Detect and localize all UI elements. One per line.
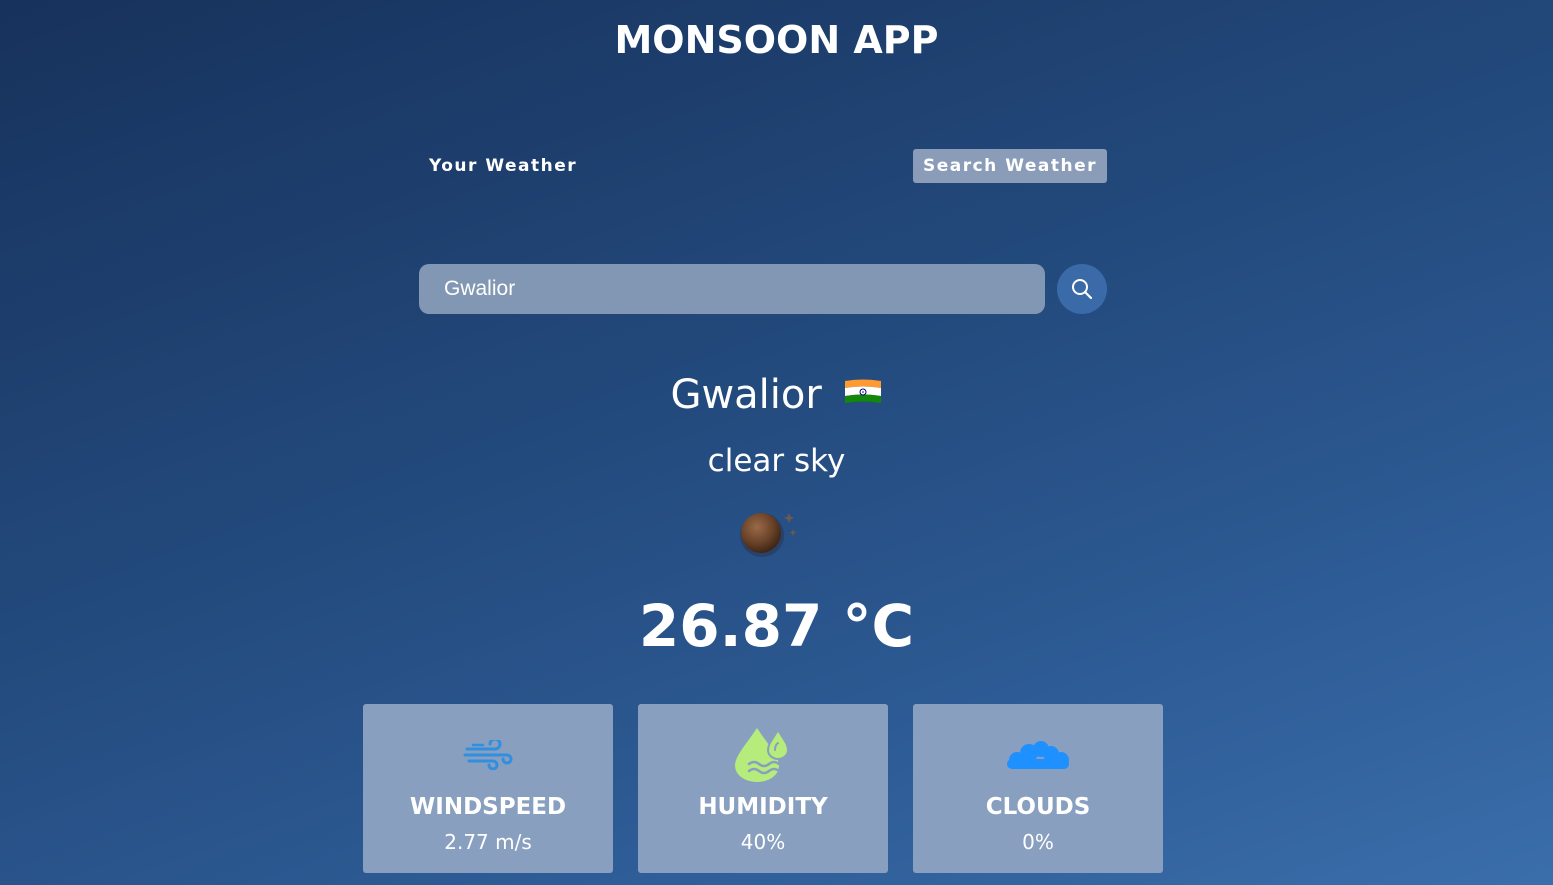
clouds-value: 0% xyxy=(1022,830,1054,854)
humidity-value: 40% xyxy=(740,830,786,854)
windspeed-value: 2.77 m/s xyxy=(444,830,532,854)
search-icon xyxy=(1072,279,1093,300)
search-input[interactable] xyxy=(419,264,1045,314)
windspeed-label: WINDSPEED xyxy=(409,794,567,820)
humidity-card: HUMIDITY 40% xyxy=(638,704,888,873)
search-bar xyxy=(419,264,1107,314)
search-button[interactable] xyxy=(1057,264,1107,314)
app-title: MONSOON APP xyxy=(614,18,939,62)
windspeed-card: WINDSPEED 2.77 m/s xyxy=(363,704,613,873)
clouds-card: CLOUDS 0% xyxy=(913,704,1163,873)
clouds-label: CLOUDS xyxy=(985,794,1091,820)
tab-search-weather[interactable]: Search Weather xyxy=(912,149,1107,183)
clear-sky-icon xyxy=(735,505,805,563)
tab-bar: Your Weather Search Weather xyxy=(419,149,1107,184)
wind-icon xyxy=(363,740,613,770)
tab-your-weather[interactable]: Your Weather xyxy=(419,149,587,183)
clouds-icon xyxy=(913,740,1163,772)
temperature-value: 26.87 °C xyxy=(638,592,915,660)
india-flag-icon xyxy=(843,371,883,417)
weather-description: clear sky xyxy=(707,443,846,479)
humidity-label: HUMIDITY xyxy=(698,794,828,820)
city-name: Gwalior xyxy=(670,372,822,418)
city-heading: Gwalior xyxy=(0,372,1553,420)
humidity-icon xyxy=(638,726,888,784)
